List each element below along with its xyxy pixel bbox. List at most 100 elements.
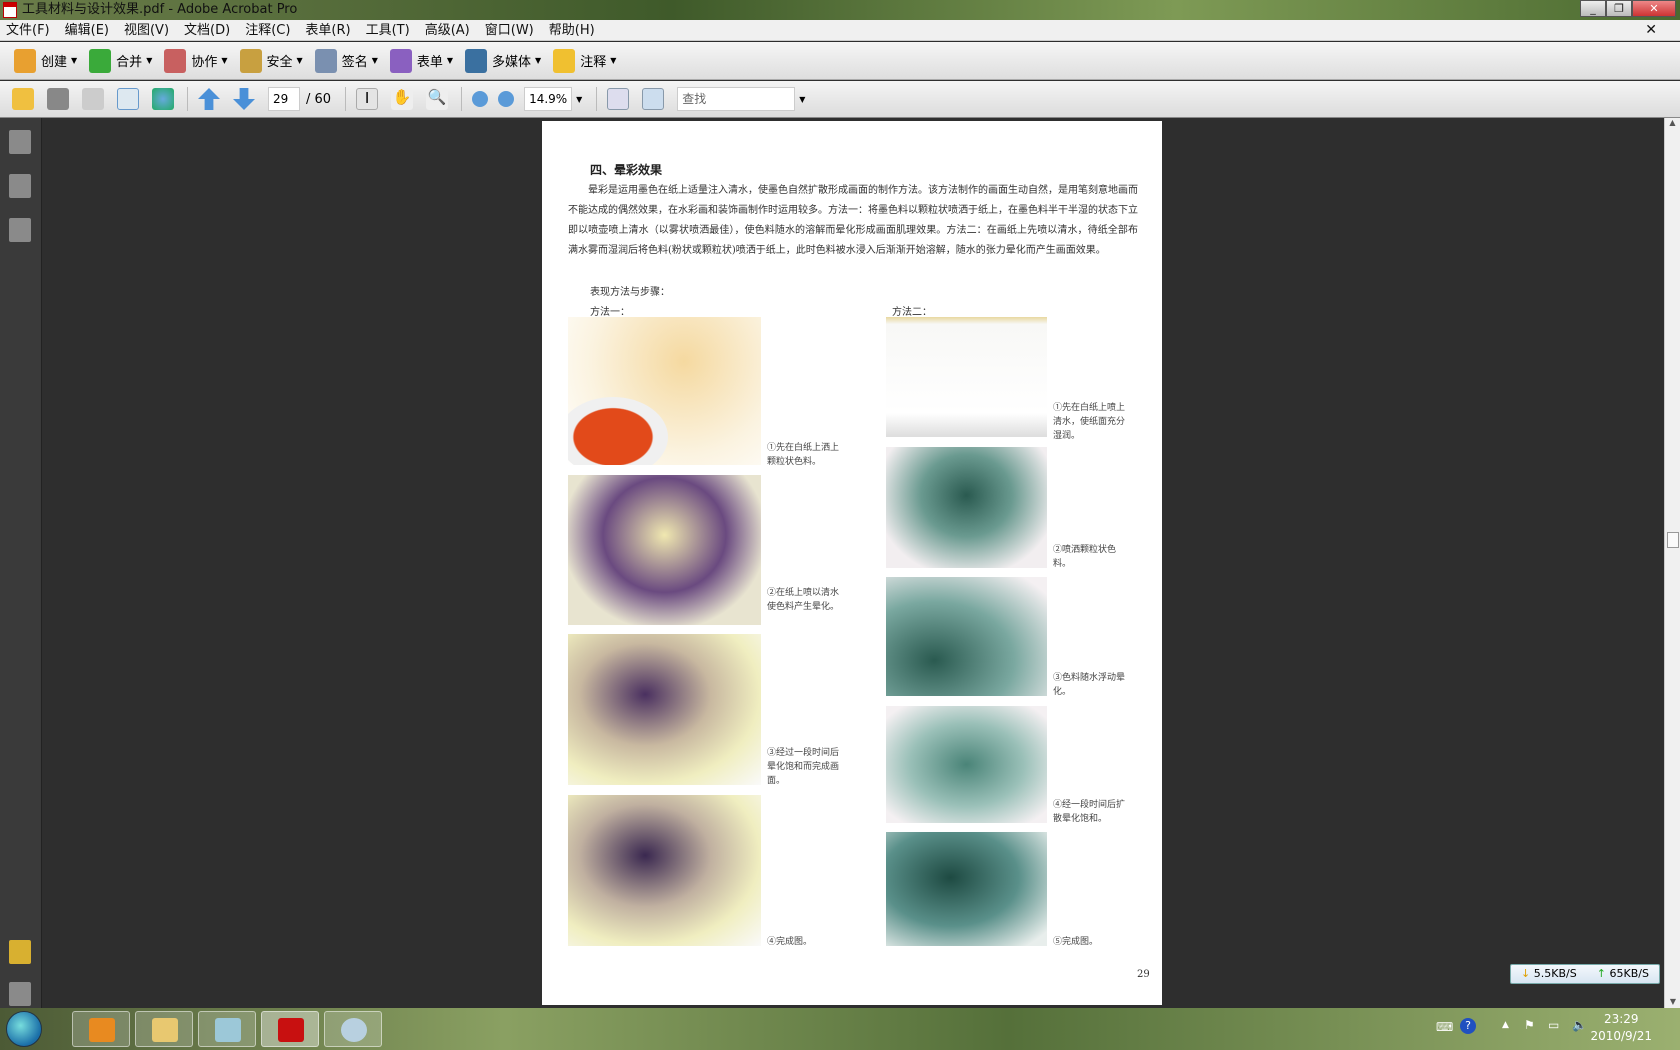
body-paragraph: 晕彩是运用墨色在纸上适量注入清水，使墨色自然扩散形成画面的制作方法。该方法制作的… (568, 185, 1138, 256)
fit-width-icon[interactable] (607, 88, 630, 110)
method2-step3-image (886, 577, 1047, 696)
find-input[interactable]: 查找 (677, 87, 796, 111)
maximize-button[interactable]: ❐ (1606, 0, 1632, 17)
zoom-level-input[interactable]: 14.9% (524, 87, 573, 111)
forms-button[interactable]: 表单 ▼ (389, 48, 453, 73)
combine-button[interactable]: 合并 ▼ (89, 48, 152, 73)
help-icon[interactable]: ? (1460, 1018, 1476, 1034)
combine-icon (89, 48, 112, 73)
minimize-button[interactable]: _ (1580, 0, 1606, 17)
method2-label: 方法二： (892, 307, 932, 318)
keyboard-icon[interactable]: ⌨ (1436, 1020, 1453, 1034)
steps-label: 表现方法与步骤： (590, 287, 670, 298)
taskbar-explorer[interactable] (135, 1011, 193, 1047)
method1-label: 方法一： (590, 307, 630, 318)
system-tray: ⌨ ? ▲ ⚑ ▭ 🔈 23:29 2010/9/21 (1420, 1008, 1680, 1050)
attachment-icon[interactable] (9, 982, 31, 1006)
method1-caption: ③经过一段时间后晕化饱和而完成画面。 (767, 748, 840, 786)
window-title: 工具材料与设计效果.pdf - Adobe Acrobat Pro (22, 2, 298, 17)
menu-comments[interactable]: 注释(C) (245, 20, 290, 40)
pdf-icon (3, 2, 17, 18)
find-dropdown-icon[interactable]: ▼ (799, 95, 805, 104)
zoom-dropdown-icon[interactable]: ▼ (576, 95, 582, 104)
comment-icon (553, 48, 576, 73)
comment-button[interactable]: 注释 ▼ (553, 48, 616, 73)
volume-icon[interactable]: 🔈 (1572, 1018, 1587, 1032)
pen-icon (314, 48, 337, 73)
taskbar-paint[interactable] (324, 1011, 382, 1047)
previous-page-icon[interactable] (198, 88, 220, 110)
lock-icon (239, 48, 262, 73)
method2-caption: ⑤完成图。 (1053, 937, 1099, 947)
close-button[interactable]: ✕ (1632, 0, 1676, 17)
document-close-button[interactable]: ✕ (1645, 20, 1657, 41)
open-folder-icon[interactable] (12, 88, 34, 110)
upload-globe-icon[interactable] (152, 88, 174, 110)
title-bar: 工具材料与设计效果.pdf - Adobe Acrobat Pro _ ❐ ✕ (0, 0, 1680, 20)
method2-step2-image (886, 447, 1047, 568)
network-speed-widget: ↓ 5.5KB/S ↑ 65KB/S (1510, 964, 1660, 984)
method2-caption: ①先在白纸上喷上清水，使纸面充分湿润。 (1053, 403, 1126, 441)
vertical-scrollbar[interactable]: ▲ ▼ (1664, 118, 1680, 1008)
navigation-toolbar: 29 / 60 I ✋ 🔍 14.9% ▼ 查找 ▼ (0, 81, 1680, 118)
collaborate-icon (164, 48, 187, 73)
method1-step4-image (568, 795, 761, 946)
print-icon[interactable] (47, 88, 69, 110)
menu-tools[interactable]: 工具(T) (366, 20, 410, 40)
method1-step3-image (568, 634, 761, 785)
collaborate-button[interactable]: 协作 ▼ (164, 48, 228, 73)
show-hidden-icons[interactable]: ▲ (1502, 1020, 1509, 1030)
method2-caption: ④经一段时间后扩散晕化饱和。 (1053, 800, 1126, 824)
comments-icon[interactable] (9, 940, 31, 964)
task-toolbar: 创建 ▼ 合并 ▼ 协作 ▼ 安全 ▼ 签名 ▼ 表单 ▼ 多媒体 ▼ 注释 ▼ (0, 42, 1680, 80)
sign-button[interactable]: 签名 ▼ (314, 48, 378, 73)
page-number-input[interactable]: 29 (268, 87, 300, 111)
menu-forms[interactable]: 表单(R) (305, 20, 350, 40)
zoom-tool-icon[interactable]: 🔍 (426, 88, 449, 110)
menu-document[interactable]: 文档(D) (184, 20, 230, 40)
menu-file[interactable]: 文件(F) (6, 20, 50, 40)
secure-button[interactable]: 安全 ▼ (239, 48, 303, 73)
bookmarks-icon[interactable] (9, 174, 31, 198)
create-button[interactable]: 创建 ▼ (14, 48, 77, 73)
menu-view[interactable]: 视图(V) (124, 20, 169, 40)
select-tool-icon[interactable]: I (356, 88, 379, 110)
navigation-pane (0, 118, 42, 1008)
section-heading: 四、晕彩效果 (590, 163, 663, 177)
film-icon (465, 48, 488, 73)
taskbar-acrobat[interactable] (261, 1011, 319, 1047)
taskbar-media-player[interactable] (72, 1011, 130, 1047)
upload-arrow-icon: ↑ (1596, 967, 1606, 980)
hand-tool-icon[interactable]: ✋ (391, 88, 414, 110)
signatures-icon[interactable] (9, 218, 31, 242)
scrollbar-thumb[interactable] (1667, 532, 1679, 548)
create-icon (14, 48, 36, 73)
save-icon[interactable] (82, 88, 104, 110)
method2-step1-image (886, 317, 1047, 437)
pdf-page: 四、晕彩效果 晕彩是运用墨色在纸上适量注入清水，使墨色自然扩散形成画面的制作方法… (542, 121, 1162, 1005)
method1-step1-image (568, 317, 761, 465)
next-page-icon[interactable] (233, 88, 255, 110)
menu-window[interactable]: 窗口(W) (485, 20, 534, 40)
method1-caption: ④完成图。 (767, 937, 813, 947)
clock[interactable]: 23:29 2010/9/21 (1590, 1011, 1652, 1045)
taskbar: ⌨ ? ▲ ⚑ ▭ 🔈 23:29 2010/9/21 (0, 1008, 1680, 1050)
multimedia-button[interactable]: 多媒体 ▼ (465, 48, 541, 73)
menu-advanced[interactable]: 高级(A) (425, 20, 470, 40)
action-center-icon[interactable]: ⚑ (1524, 1018, 1535, 1032)
zoom-out-icon[interactable] (472, 91, 489, 107)
network-icon[interactable]: ▭ (1548, 1018, 1559, 1032)
method1-caption: ①先在白纸上洒上颗粒状色料。 (767, 443, 840, 467)
email-icon[interactable] (117, 88, 139, 110)
menu-help[interactable]: 帮助(H) (549, 20, 595, 40)
fit-page-icon[interactable] (642, 88, 665, 110)
page-number: 29 (1137, 969, 1150, 980)
menu-edit[interactable]: 编辑(E) (65, 20, 109, 40)
page-total: / 60 (306, 91, 332, 107)
form-icon (389, 48, 412, 73)
taskbar-app[interactable] (198, 1011, 256, 1047)
method2-step5-image (886, 832, 1047, 946)
pages-icon[interactable] (9, 130, 31, 154)
start-button[interactable] (6, 1011, 42, 1047)
zoom-in-icon[interactable] (498, 91, 515, 107)
